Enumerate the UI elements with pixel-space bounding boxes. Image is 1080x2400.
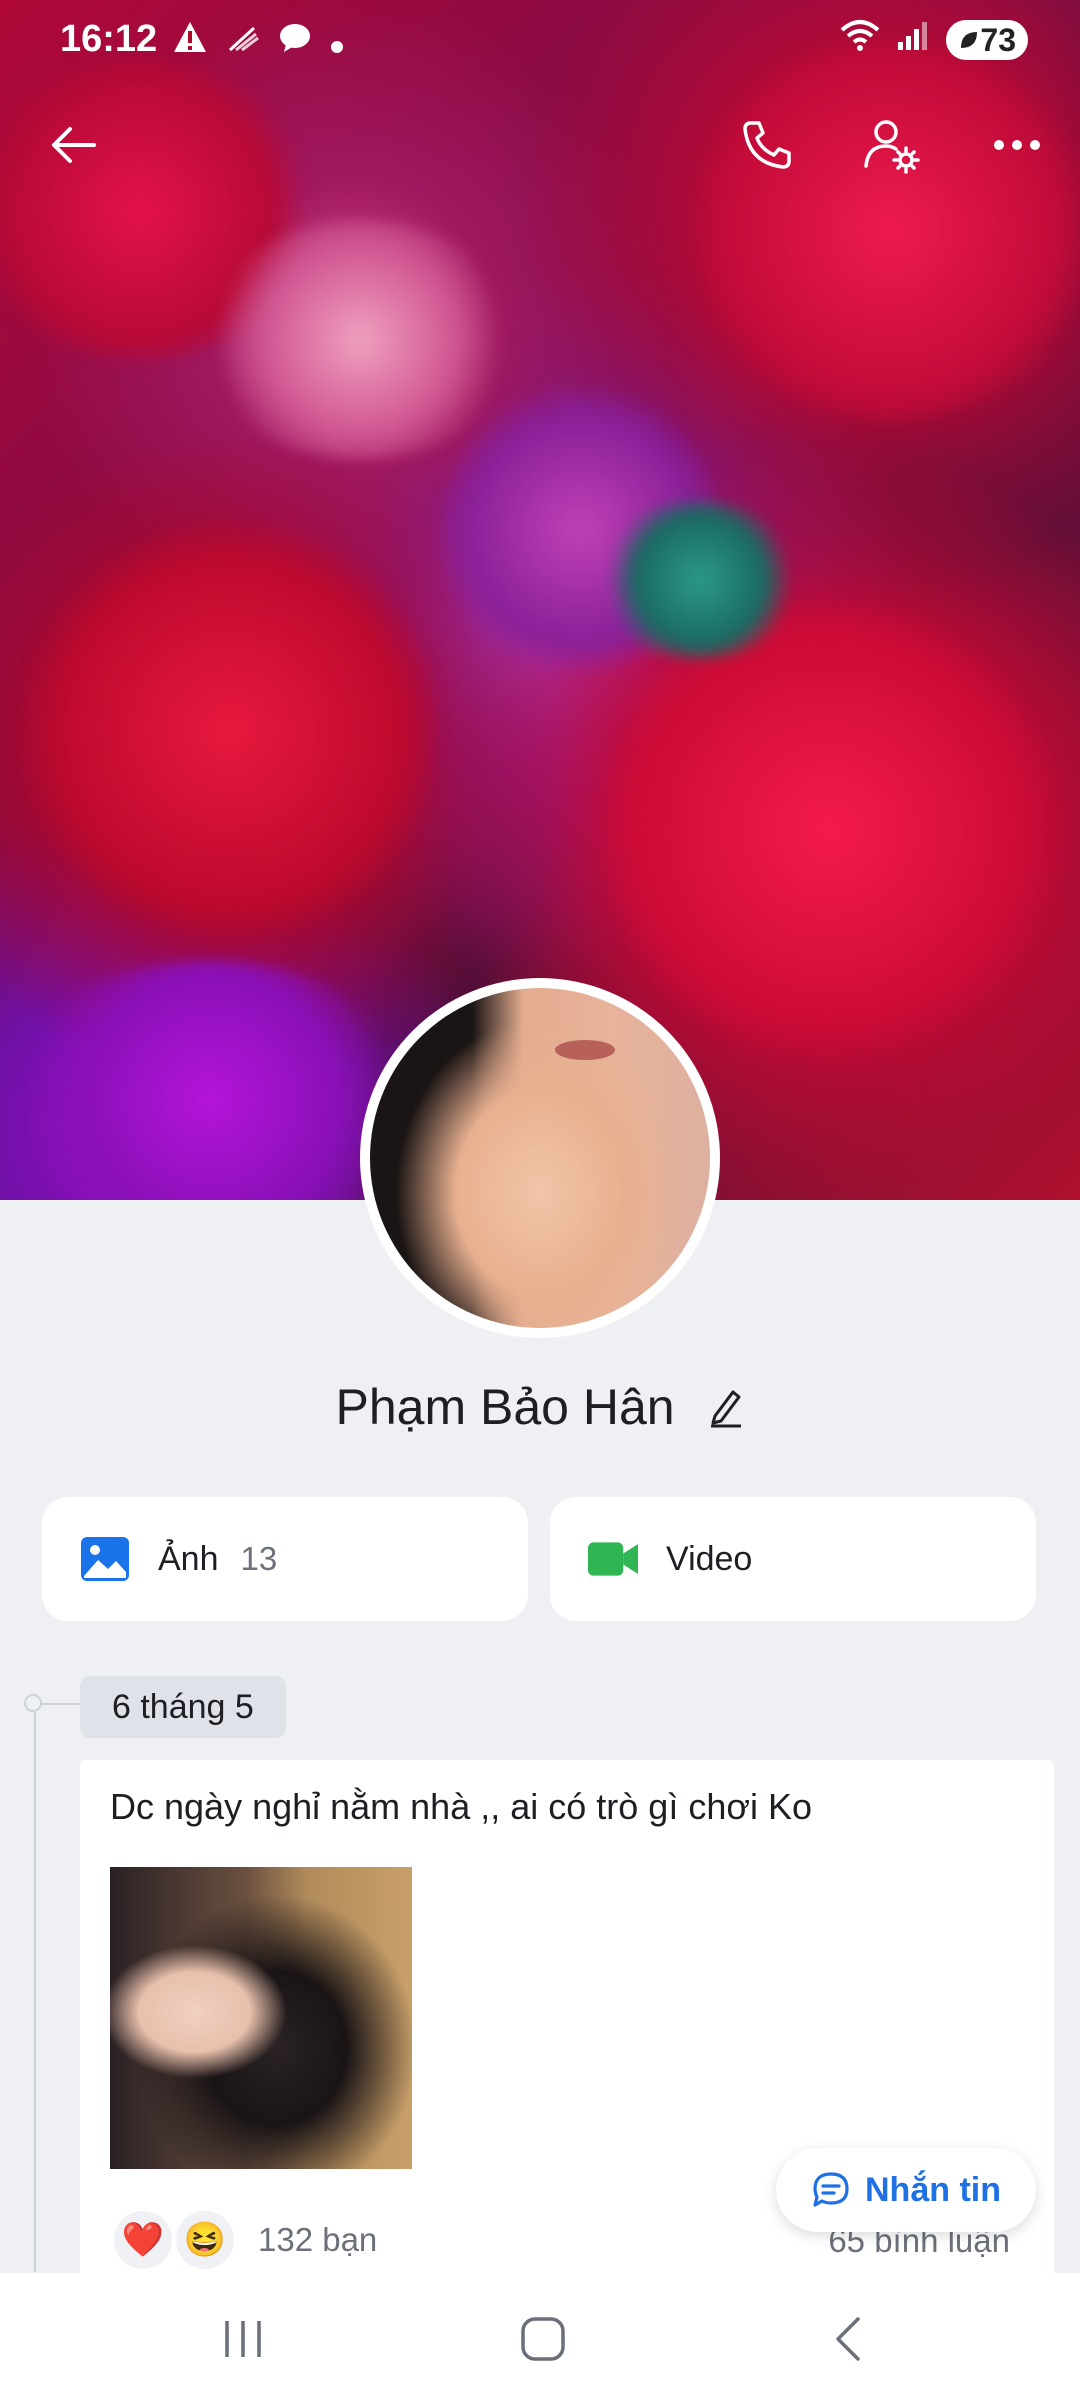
profile-name: Phạm Bảo Hân	[335, 1379, 675, 1435]
avatar[interactable]	[360, 978, 720, 1338]
send-message-label: Nhắn tin	[865, 2170, 1001, 2209]
photo-icon	[80, 1534, 130, 1584]
video-card[interactable]: Video	[550, 1497, 1036, 1621]
home-button[interactable]	[498, 2299, 588, 2379]
profile-settings-button[interactable]	[846, 100, 936, 190]
system-nav-bar	[0, 2273, 1080, 2400]
user-settings-icon	[864, 120, 920, 174]
message-icon	[811, 2170, 851, 2210]
recent-apps-icon	[225, 2321, 261, 2357]
laugh-reaction-icon: 😆	[176, 2211, 234, 2269]
home-icon	[521, 2317, 565, 2361]
profile-name-row: Phạm Bảo Hân	[0, 1378, 1080, 1440]
more-icon	[994, 140, 1040, 150]
timeline-dot	[24, 1694, 42, 1712]
wifi-icon	[840, 18, 880, 62]
more-options-button[interactable]	[972, 100, 1062, 190]
dot-icon	[330, 21, 344, 64]
post-text: Dc ngày nghỉ nằm nhà ,, ai có trò gì chơ…	[110, 1786, 812, 1827]
photos-card[interactable]: Ảnh 13	[42, 1497, 528, 1621]
post-reactions[interactable]: ❤️ 😆 132 bạn	[114, 2211, 377, 2269]
timeline-connector	[42, 1703, 80, 1705]
back-button[interactable]	[28, 100, 118, 190]
status-time: 16:12	[60, 18, 158, 60]
reaction-count: 132 bạn	[258, 2221, 378, 2258]
avatar-image	[370, 988, 710, 1328]
post-photo[interactable]	[110, 1867, 412, 2169]
timeline-line	[34, 1712, 36, 2272]
battery-level: 73	[980, 21, 1016, 58]
video-label: Video	[666, 1539, 753, 1578]
back-arrow-icon	[52, 127, 96, 163]
status-bar: 16:12 73	[0, 0, 1080, 80]
chevron-left-icon	[836, 2317, 860, 2361]
edit-name-button[interactable]	[707, 1382, 745, 1440]
no-signal-icon	[226, 21, 260, 64]
alert-icon	[172, 20, 208, 64]
system-back-button[interactable]	[802, 2299, 892, 2379]
photos-count: 13	[240, 1540, 278, 1577]
cellular-icon	[896, 19, 930, 62]
heart-reaction-icon: ❤️	[114, 2211, 172, 2269]
video-icon	[588, 1534, 638, 1584]
leaf-icon	[961, 32, 978, 48]
send-message-button[interactable]: Nhắn tin	[776, 2148, 1036, 2232]
pencil-icon	[710, 1390, 741, 1428]
recent-apps-button[interactable]	[198, 2299, 288, 2379]
top-nav	[0, 100, 1080, 190]
photos-label: Ảnh	[158, 1539, 219, 1578]
call-button[interactable]	[722, 100, 812, 190]
phone-icon	[743, 121, 791, 169]
timeline-date: 6 tháng 5	[80, 1676, 286, 1738]
battery-indicator: 73	[946, 20, 1028, 60]
chat-bubble-icon	[278, 21, 312, 64]
